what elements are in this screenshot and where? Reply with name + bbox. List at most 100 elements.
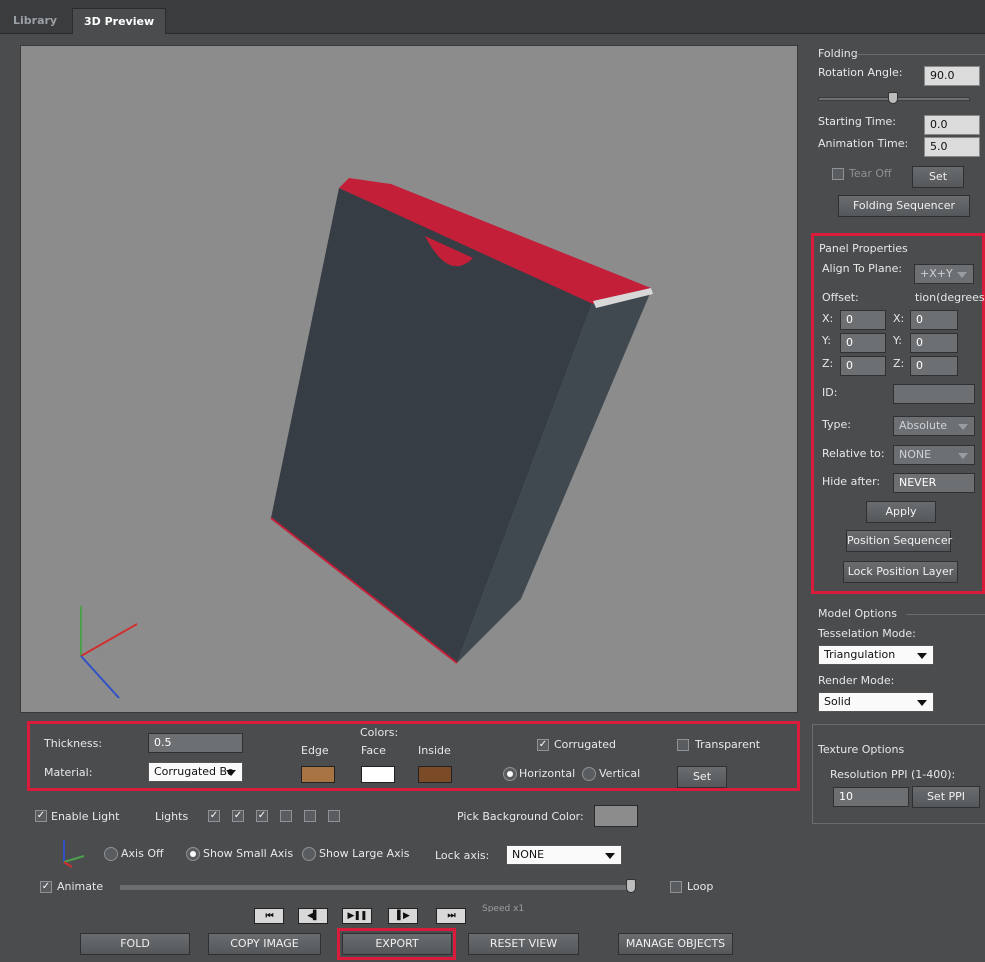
render-mode-select[interactable]: Solid	[818, 692, 934, 712]
offset-label: Offset:	[822, 291, 859, 304]
tab-library[interactable]: Library	[2, 8, 68, 34]
folding-groupline	[856, 54, 985, 55]
animation-time-input[interactable]: 5.0	[924, 137, 980, 157]
play-pause-icon[interactable]: ▶❚❚	[342, 908, 372, 924]
vertical-label: Vertical	[599, 767, 641, 780]
hide-after-input[interactable]: NEVER	[893, 473, 975, 493]
reset-view-button[interactable]: RESET VIEW	[468, 933, 579, 955]
offset-x-label: X:	[822, 312, 834, 325]
lock-axis-select[interactable]: NONE	[506, 845, 622, 865]
id-label: ID:	[822, 386, 838, 399]
horizontal-label: Horizontal	[519, 767, 576, 780]
lock-axis-label: Lock axis:	[435, 849, 490, 862]
enable-light-label: Enable Light	[51, 810, 120, 823]
starting-time-input[interactable]: 0.0	[924, 115, 980, 135]
fast-forward-end-icon[interactable]: ⏭	[436, 908, 466, 924]
light-1-checkbox[interactable]: ✓	[208, 810, 220, 822]
hide-after-label: Hide after:	[822, 475, 881, 488]
light-2-checkbox[interactable]: ✓	[232, 810, 244, 822]
tab-3d-preview[interactable]: 3D Preview	[72, 8, 167, 34]
axis-gizmo	[80, 606, 138, 699]
folding-set-button[interactable]: Set	[912, 166, 964, 188]
resolution-ppi-input[interactable]: 10	[833, 787, 909, 807]
resolution-ppi-label: Resolution PPI (1-400):	[830, 768, 956, 781]
align-plane-label: Align To Plane:	[822, 262, 903, 275]
texture-options-title: Texture Options	[818, 743, 905, 756]
copy-image-button[interactable]: COPY IMAGE	[208, 933, 321, 955]
transparent-checkbox[interactable]	[677, 739, 689, 751]
type-select[interactable]: Absolute	[893, 416, 975, 436]
vertical-radio[interactable]	[582, 767, 596, 781]
chevron-down-icon	[605, 853, 615, 859]
animation-slider-track[interactable]	[120, 885, 632, 890]
loop-checkbox[interactable]	[670, 881, 682, 893]
lock-position-layer-button[interactable]: Lock Position Layer	[843, 561, 958, 583]
inside-color-label: Inside	[418, 744, 451, 757]
face-color-label: Face	[361, 744, 386, 757]
transparent-label: Transparent	[695, 738, 761, 751]
rot-z-input[interactable]: 0	[910, 356, 958, 376]
axis-off-label: Axis Off	[121, 847, 164, 860]
animation-slider-fill	[121, 886, 631, 889]
thickness-input[interactable]: 0.5	[148, 733, 243, 753]
offset-z-label: Z:	[822, 357, 834, 370]
starting-time-label: Starting Time:	[818, 115, 897, 128]
offset-z-input[interactable]: 0	[840, 356, 886, 376]
tear-off-checkbox[interactable]	[832, 168, 844, 180]
export-button[interactable]: EXPORT	[342, 933, 452, 955]
rot-x-input[interactable]: 0	[910, 310, 958, 330]
id-input[interactable]	[893, 384, 975, 404]
rot-y-input[interactable]: 0	[910, 333, 958, 353]
light-5-checkbox[interactable]	[304, 810, 316, 822]
axis-icon	[63, 840, 85, 868]
apply-button[interactable]: Apply	[866, 501, 936, 523]
manage-objects-button[interactable]: MANAGE OBJECTS	[618, 933, 733, 955]
chevron-down-icon	[917, 653, 927, 659]
set-ppi-button[interactable]: Set PPI	[912, 786, 980, 808]
position-sequencer-button[interactable]: Position Sequencer	[846, 530, 952, 552]
material-set-button[interactable]: Set	[677, 766, 727, 788]
tab-bar: Library 3D Preview	[0, 0, 985, 34]
offset-y-input[interactable]: 0	[840, 333, 886, 353]
animation-slider-thumb[interactable]	[626, 879, 636, 893]
background-color-swatch[interactable]	[594, 805, 638, 827]
material-select[interactable]: Corrugated Bo	[148, 762, 243, 782]
offset-x-input[interactable]: 0	[840, 310, 886, 330]
edge-color-label: Edge	[301, 744, 329, 757]
corrugated-checkbox[interactable]: ✓	[537, 739, 549, 751]
thickness-label: Thickness:	[44, 737, 103, 750]
rot-x-label: X:	[893, 312, 905, 325]
animate-checkbox[interactable]: ✓	[40, 881, 52, 893]
face-color-swatch[interactable]	[361, 766, 395, 783]
edge-color-swatch[interactable]	[301, 766, 335, 783]
fold-button[interactable]: FOLD	[80, 933, 190, 955]
rotation-degrees-label: tion(degrees):	[915, 291, 985, 304]
light-3-checkbox[interactable]: ✓	[256, 810, 268, 822]
inside-color-swatch[interactable]	[418, 766, 452, 783]
relative-to-select[interactable]: NONE	[893, 445, 975, 465]
chevron-down-icon	[917, 700, 927, 706]
loop-label: Loop	[687, 880, 714, 893]
align-plane-select[interactable]: +X+Y	[914, 264, 974, 284]
step-back-icon[interactable]: ◀▌	[298, 908, 328, 924]
corrugated-label: Corrugated	[554, 738, 617, 751]
step-forward-icon[interactable]: ▌▶	[388, 908, 418, 924]
rotation-angle-input[interactable]: 90.0	[924, 66, 980, 86]
enable-light-checkbox[interactable]: ✓	[35, 810, 47, 822]
folding-sequencer-button[interactable]: Folding Sequencer	[838, 195, 970, 217]
tear-off-label: Tear Off	[849, 167, 892, 180]
show-large-axis-radio[interactable]	[302, 847, 316, 861]
3d-viewport[interactable]	[20, 45, 798, 713]
show-small-axis-radio[interactable]	[186, 847, 200, 861]
tesselation-mode-select[interactable]: Triangulation	[818, 645, 934, 665]
light-6-checkbox[interactable]	[328, 810, 340, 822]
rotation-slider-thumb[interactable]	[888, 92, 898, 104]
folding-title: Folding	[818, 47, 858, 60]
light-4-checkbox[interactable]	[280, 810, 292, 822]
axis-off-radio[interactable]	[104, 847, 118, 861]
relative-to-label: Relative to:	[822, 447, 885, 460]
render-mode-label: Render Mode:	[818, 674, 895, 687]
tesselation-mode-label: Tesselation Mode:	[818, 627, 916, 640]
horizontal-radio[interactable]	[503, 767, 517, 781]
rewind-start-icon[interactable]: ⏮	[254, 908, 284, 924]
